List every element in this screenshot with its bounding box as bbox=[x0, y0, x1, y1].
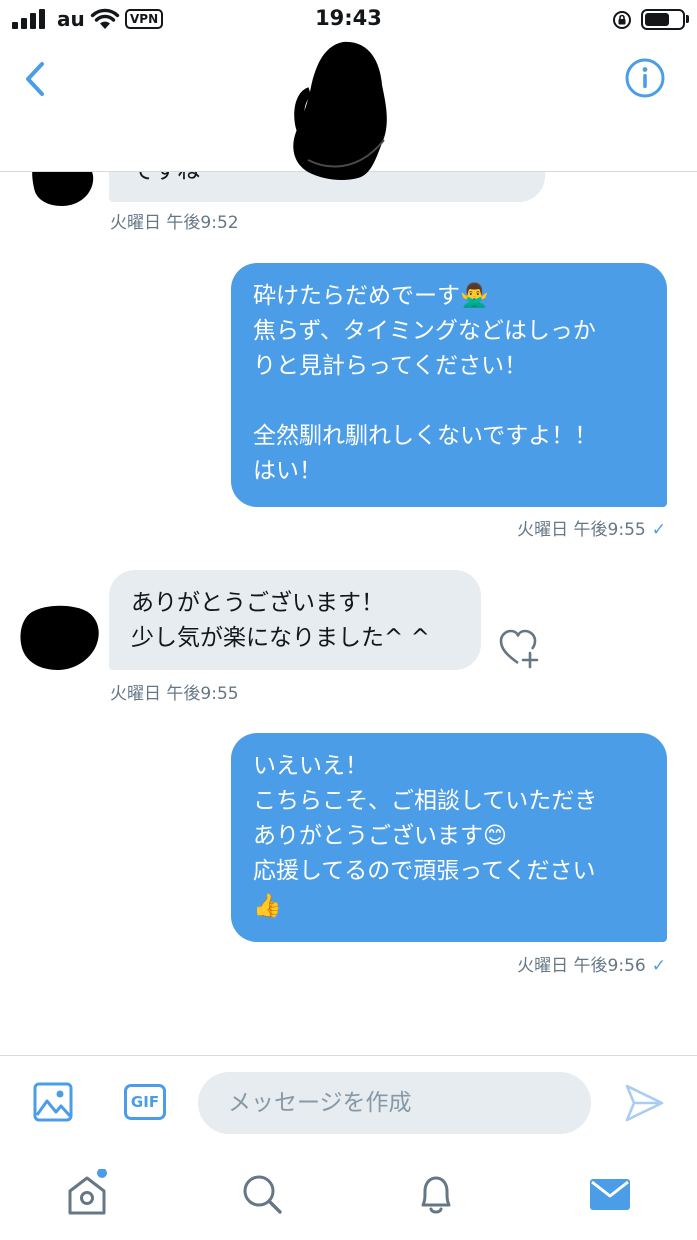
message-meta: 火曜日 午後9:55 ✓ bbox=[0, 515, 666, 540]
bottom-tab-bar bbox=[0, 1153, 697, 1240]
message-timestamp: 火曜日 午後9:56 bbox=[517, 956, 646, 976]
message-bubble-incoming[interactable]: ありがとうございます！ 少し気が楽になりました^ ^ bbox=[109, 570, 481, 670]
back-button[interactable] bbox=[22, 58, 52, 100]
gif-button[interactable]: GIF bbox=[124, 1084, 166, 1120]
compose-bar: GIF bbox=[0, 1055, 697, 1153]
like-heart-plus-icon[interactable] bbox=[497, 627, 543, 671]
message-input[interactable] bbox=[198, 1072, 591, 1134]
messages-envelope-icon[interactable] bbox=[585, 1169, 635, 1219]
sender-avatar[interactable] bbox=[18, 602, 102, 672]
message-bubble-outgoing[interactable]: いえいえ！ こちらこそ、ご相談していただき ありがとうございます😊 応援してるの… bbox=[231, 733, 667, 942]
message-meta: 火曜日 午後9:56 ✓ bbox=[0, 951, 666, 976]
message-bubble-outgoing[interactable]: 砕けたらだめでーす🙅‍♂️ 焦らず、タイミングなどはしっか りと見計らってくださ… bbox=[231, 263, 667, 507]
read-checkmark-icon: ✓ bbox=[651, 520, 666, 540]
search-icon[interactable] bbox=[237, 1169, 287, 1219]
read-checkmark-icon: ✓ bbox=[651, 956, 666, 976]
participant-avatar[interactable] bbox=[288, 40, 400, 182]
info-icon[interactable] bbox=[624, 57, 666, 99]
photo-icon[interactable] bbox=[32, 1081, 74, 1123]
message-timestamp: 火曜日 午後9:52 bbox=[110, 213, 239, 233]
conversation-header bbox=[0, 40, 697, 180]
send-icon[interactable] bbox=[623, 1082, 665, 1124]
message-timestamp: 火曜日 午後9:55 bbox=[110, 684, 239, 704]
notifications-bell-icon[interactable] bbox=[411, 1169, 461, 1219]
message-timestamp: 火曜日 午後9:55 bbox=[517, 520, 646, 540]
home-icon[interactable] bbox=[62, 1169, 112, 1219]
